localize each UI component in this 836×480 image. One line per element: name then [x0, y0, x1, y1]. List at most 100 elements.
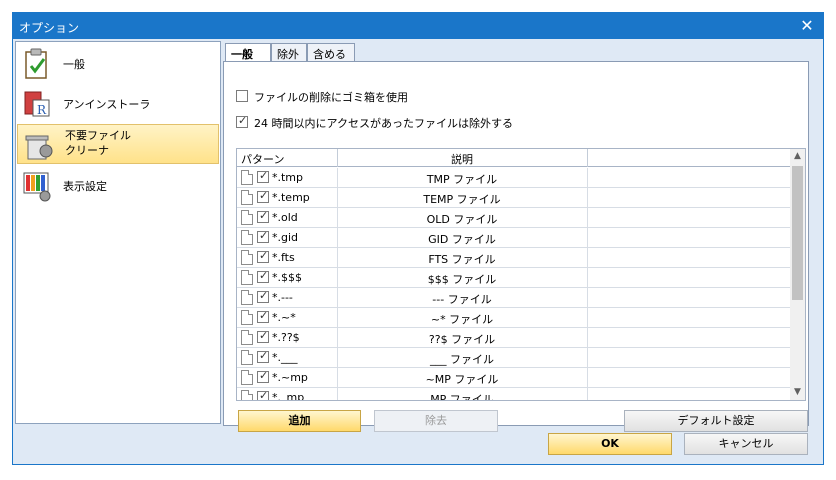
file-icon — [241, 390, 253, 400]
pattern-cell: *.??$ — [272, 331, 300, 344]
recycle-bin-checkbox[interactable] — [236, 90, 248, 102]
pattern-cell: *.fts — [272, 251, 295, 264]
description-cell: FTS ファイル — [428, 253, 496, 266]
table-row[interactable]: *.fts FTS ファイル — [237, 248, 791, 268]
table-header: パターン 説明 — [237, 149, 791, 167]
sidebar-item-junk-cleaner[interactable]: 不要ファイル クリーナ — [17, 124, 219, 164]
remove-button[interactable]: 除去 — [374, 410, 498, 432]
pattern-cell: *.--- — [272, 291, 293, 304]
pattern-cell: *.~mp — [272, 371, 308, 384]
row-checkbox[interactable] — [257, 349, 269, 363]
description-cell: --- ファイル — [432, 293, 492, 306]
file-icon — [241, 230, 253, 245]
file-icon — [241, 170, 253, 185]
ok-button[interactable]: OK — [548, 433, 672, 455]
scroll-thumb[interactable] — [792, 166, 803, 300]
file-icon — [241, 370, 253, 385]
sidebar-label-line1: 不要ファイル — [65, 129, 131, 142]
file-icon — [241, 190, 253, 205]
recycle-bin-label: ファイルの削除にゴミ箱を使用 — [254, 91, 408, 104]
row-checkbox[interactable] — [257, 389, 269, 400]
row-checkbox[interactable] — [257, 209, 269, 223]
pattern-cell: *.old — [272, 211, 298, 224]
title-bar[interactable]: オプション ✕ — [13, 13, 823, 39]
table-row[interactable]: *.??$ ??$ ファイル — [237, 328, 791, 348]
table-row[interactable]: *.___ ___ ファイル — [237, 348, 791, 368]
sidebar-item-uninstaller[interactable]: R アンインストーラ — [16, 84, 220, 124]
row-checkbox[interactable] — [257, 329, 269, 343]
sidebar-item-label: 一般 — [63, 58, 85, 71]
pattern-cell: *.___ — [272, 351, 298, 364]
table-row[interactable]: *.old OLD ファイル — [237, 208, 791, 228]
scroll-up-icon[interactable]: ▲ — [790, 149, 805, 164]
cancel-button[interactable]: キャンセル — [684, 433, 808, 455]
trash-cleaner-icon — [25, 135, 53, 160]
table-row[interactable]: *.temp TEMP ファイル — [237, 188, 791, 208]
tab-panel-general: ファイルの削除にゴミ箱を使用 24 時間以内にアクセスがあったファイルは除外する… — [223, 61, 809, 432]
pattern-cell: *.gid — [272, 231, 299, 244]
sidebar-item-display[interactable]: 表示設定 — [16, 166, 220, 206]
row-checkbox[interactable] — [257, 289, 269, 303]
table-row[interactable]: *.tmp TMP ファイル — [237, 168, 791, 188]
row-checkbox[interactable] — [257, 309, 269, 323]
file-icon — [241, 210, 253, 225]
description-cell: GID ファイル — [428, 233, 496, 246]
default-settings-button[interactable]: デフォルト設定 — [624, 410, 808, 432]
sidebar-item-label: 表示設定 — [63, 180, 107, 193]
file-icon — [241, 290, 253, 305]
clipboard-check-icon — [25, 48, 47, 79]
vertical-scrollbar[interactable]: ▲ ▼ — [790, 149, 805, 400]
scroll-down-icon[interactable]: ▼ — [790, 385, 805, 400]
sidebar: 一般 R アンインストーラ 不要ファイル クリーナ 表示設定 — [15, 41, 221, 424]
row-checkbox[interactable] — [257, 369, 269, 383]
pattern-cell: *.$$$ — [272, 271, 302, 284]
file-icon — [241, 270, 253, 285]
table-row[interactable]: *._mp MP ファイル — [237, 388, 791, 401]
description-cell: ~MP ファイル — [425, 373, 499, 386]
table-row[interactable]: *.--- --- ファイル — [237, 288, 791, 308]
column-header-pattern[interactable]: パターン — [241, 151, 284, 167]
exclude-recent-checkbox[interactable] — [236, 114, 248, 128]
row-checkbox[interactable] — [257, 169, 269, 183]
tab-general[interactable]: 一般 — [225, 43, 271, 63]
row-checkbox[interactable] — [257, 189, 269, 203]
sidebar-item-label: 不要ファイル クリーナ — [65, 128, 131, 158]
add-button[interactable]: 追加 — [238, 410, 361, 432]
options-dialog: オプション ✕ 一般 R アンインストーラ 不要ファイル クリーナ 表示設定 一… — [12, 12, 824, 465]
svg-text:R: R — [37, 103, 47, 117]
sidebar-label-line2: クリーナ — [65, 144, 109, 157]
pattern-cell: *.temp — [272, 191, 310, 204]
table-row[interactable]: *.~mp ~MP ファイル — [237, 368, 791, 388]
sidebar-item-general[interactable]: 一般 — [16, 44, 220, 84]
file-icon — [241, 250, 253, 265]
uninstaller-icon: R — [24, 91, 50, 117]
table-row[interactable]: *.gid GID ファイル — [237, 228, 791, 248]
description-cell: TEMP ファイル — [423, 193, 501, 206]
description-cell: MP ファイル — [430, 393, 494, 401]
table-row[interactable]: *.~* ~* ファイル — [237, 308, 791, 328]
pattern-table: パターン 説明 *.tmp TMP ファイル *.temp TEMP ファイル *.ol… — [236, 148, 806, 401]
pattern-cell: *.~* — [272, 311, 296, 324]
description-cell: TMP ファイル — [426, 173, 498, 186]
tab-exclude[interactable]: 除外 — [271, 43, 307, 62]
tab-include[interactable]: 含める — [307, 43, 355, 62]
row-checkbox[interactable] — [257, 229, 269, 243]
description-cell: $$$ ファイル — [427, 273, 497, 286]
description-cell: ___ ファイル — [430, 353, 494, 366]
exclude-recent-label: 24 時間以内にアクセスがあったファイルは除外する — [254, 117, 513, 130]
file-icon — [241, 350, 253, 365]
file-icon — [241, 330, 253, 345]
table-row[interactable]: *.$$$ $$$ ファイル — [237, 268, 791, 288]
column-header-description[interactable]: 説明 — [337, 151, 587, 167]
row-checkbox[interactable] — [257, 269, 269, 283]
description-cell: OLD ファイル — [426, 213, 498, 226]
description-cell: ~* ファイル — [430, 313, 494, 326]
pattern-cell: *._mp — [272, 391, 305, 401]
pattern-cell: *.tmp — [272, 171, 304, 184]
file-icon — [241, 310, 253, 325]
description-cell: ??$ ファイル — [428, 333, 496, 346]
sidebar-item-label: アンインストーラ — [63, 98, 151, 111]
window-title: オプション — [19, 21, 80, 35]
row-checkbox[interactable] — [257, 249, 269, 263]
close-icon[interactable]: ✕ — [797, 16, 817, 36]
